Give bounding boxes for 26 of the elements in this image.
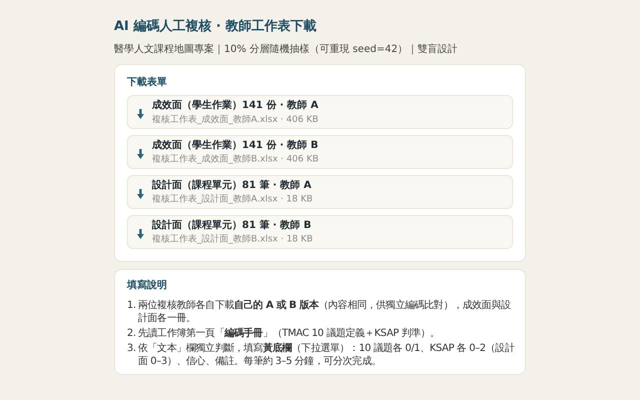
file-name: 複核工作表_設計面_教師B.xlsx · 18 KB bbox=[152, 233, 313, 245]
list-number: 3. bbox=[127, 342, 137, 356]
download-icon bbox=[137, 189, 144, 199]
list-number: 2. bbox=[127, 327, 137, 340]
download-icon bbox=[137, 109, 144, 119]
section-heading: 下載表單 bbox=[127, 76, 168, 90]
download-icon bbox=[137, 229, 144, 239]
download-label: 成效面（學生作業）141 份 · 教師 B bbox=[152, 138, 320, 152]
download-label: 成效面（學生作業）141 份 · 教師 A bbox=[152, 98, 320, 112]
download-item[interactable]: 成效面（學生作業）141 份 · 教師 A 複核工作表_成效面_教師A.xlsx · 406 KB bbox=[127, 95, 513, 129]
page-title: AI 編碼人工複核 · 教師工作表下載 bbox=[114, 18, 318, 36]
section-heading: 填寫說明 bbox=[127, 279, 168, 293]
download-item[interactable]: 設計面（課程單元）81 筆 · 教師 B 複核工作表_設計面_教師B.xlsx · 18 KB bbox=[127, 215, 513, 249]
instruction-text: 依「文本」欄獨立判斷，填寫黃底欄（下拉選單）：10 議題各 0/1、KSAP 各 0–2（設計面 0–3）、信心、備註。每筆約 3–5 分鐘，可分次完成。 bbox=[138, 342, 516, 368]
file-name: 複核工作表_成效面_教師B.xlsx · 406 KB bbox=[152, 153, 319, 165]
download-label: 設計面（課程單元）81 筆 · 教師 A bbox=[152, 178, 312, 192]
file-name: 複核工作表_成效面_教師A.xlsx · 406 KB bbox=[152, 113, 318, 125]
download-item[interactable]: 設計面（課程單元）81 筆 · 教師 A 複核工作表_設計面_教師A.xlsx · 18 KB bbox=[127, 175, 513, 209]
instruction-text: 先讀工作簿第一頁「編碼手冊」（TMAC 10 議題定義＋KSAP 判準）。 bbox=[138, 327, 440, 340]
file-name: 複核工作表_設計面_教師A.xlsx · 18 KB bbox=[152, 193, 313, 205]
download-item[interactable]: 成效面（學生作業）141 份 · 教師 B 複核工作表_成效面_教師B.xlsx · 406 KB bbox=[127, 135, 513, 169]
download-label: 設計面（課程單元）81 筆 · 教師 B bbox=[152, 218, 312, 232]
download-icon bbox=[137, 149, 144, 159]
page-subtitle: 醫學人文課程地圖專案｜10% 分層隨機抽樣（可重現 seed=42）｜雙盲設計 bbox=[114, 43, 459, 57]
list-number: 1. bbox=[127, 299, 137, 313]
instruction-text: 兩位複核教師各自下載自己的 A 或 B 版本（內容相同，供獨立編碼比對），成效面與設計面各一冊。 bbox=[138, 299, 512, 325]
